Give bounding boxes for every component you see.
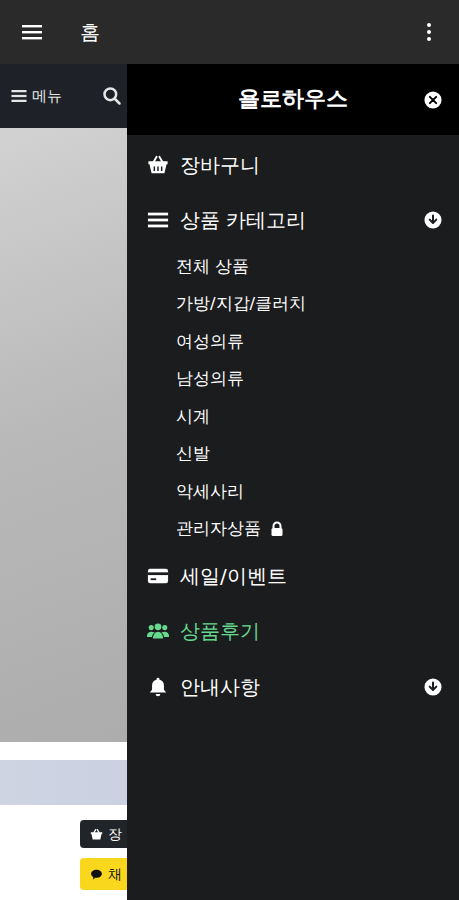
drawer-menu: 장바구니상품 카테고리전체 상품가방/지갑/클러치여성의류남성의류시계신발악세사… [127, 137, 459, 715]
drawer-item-icon-box [147, 620, 173, 642]
action-label[interactable]: 장 [108, 826, 122, 843]
basket-icon [147, 154, 169, 176]
drawer-item-icon-box [147, 676, 173, 698]
drawer-item-label[interactable]: 장바구니 [180, 153, 260, 177]
category-item[interactable]: 신발 [127, 436, 459, 474]
chevron-down-icon[interactable] [424, 678, 442, 696]
app-title: 홈 [80, 20, 100, 44]
close-icon[interactable] [424, 91, 442, 109]
content-area: 메뉴 장채 욜로하우스 장바구니상품 카테고리전체 상품가방/지갑/클러치여성의… [0, 64, 459, 900]
side-drawer: 욜로하우스 장바구니상품 카테고리전체 상품가방/지갑/클러치여성의류남성의류시… [127, 64, 459, 900]
drawer-item-label[interactable]: 안내사항 [180, 675, 260, 699]
drawer-item[interactable]: 장바구니 [127, 137, 459, 193]
list-icon [10, 87, 28, 105]
drawer-item-label[interactable]: 세일/이벤트 [180, 564, 287, 588]
bell-icon [147, 676, 169, 698]
app-bar: 홈 [0, 0, 459, 64]
category-label[interactable]: 가방/지갑/클러치 [176, 294, 306, 314]
category-label[interactable]: 여성의류 [176, 332, 244, 352]
search-icon[interactable] [102, 86, 122, 106]
drawer-item-label[interactable]: 상품후기 [180, 619, 260, 643]
drawer-item-icon-box [147, 565, 173, 587]
category-item[interactable]: 전체 상품 [127, 248, 459, 286]
drawer-header: 욜로하우스 [127, 64, 459, 135]
basket-icon [90, 828, 103, 841]
category-item[interactable]: 악세사리 [127, 473, 459, 511]
drawer-item[interactable]: 상품 카테고리 [127, 193, 459, 249]
category-item[interactable]: 가방/지갑/클러치 [127, 286, 459, 324]
category-label[interactable]: 신발 [176, 444, 210, 464]
drawer-item[interactable]: 세일/이벤트 [127, 548, 459, 604]
more-icon[interactable] [417, 20, 441, 44]
card-icon [147, 565, 169, 587]
chat-icon [90, 868, 103, 881]
drawer-item-icon-box [147, 209, 173, 231]
category-item[interactable]: 남성의류 [127, 361, 459, 399]
chevron-down-icon[interactable] [424, 211, 442, 229]
drawer-item-label[interactable]: 상품 카테고리 [180, 208, 306, 232]
category-label[interactable]: 관리자상품 [176, 519, 261, 539]
category-item[interactable]: 여성의류 [127, 323, 459, 361]
category-label[interactable]: 전체 상품 [176, 257, 249, 277]
category-item[interactable]: 관리자상품 [127, 511, 459, 549]
category-label[interactable]: 시계 [176, 407, 210, 427]
category-label[interactable]: 남성의류 [176, 369, 244, 389]
drawer-item[interactable]: 상품후기 [127, 604, 459, 660]
category-label[interactable]: 악세사리 [176, 482, 244, 502]
hamburger-icon[interactable] [20, 20, 44, 44]
drawer-item-icon-box [147, 154, 173, 176]
lock-icon [269, 521, 285, 537]
action-label[interactable]: 채 [108, 866, 122, 883]
list-icon [147, 209, 169, 231]
users-icon [147, 620, 169, 642]
drawer-title: 욜로하우스 [238, 86, 348, 112]
category-item[interactable]: 시계 [127, 398, 459, 436]
menu-button[interactable]: 메뉴 [32, 87, 62, 105]
drawer-item[interactable]: 안내사항 [127, 659, 459, 715]
